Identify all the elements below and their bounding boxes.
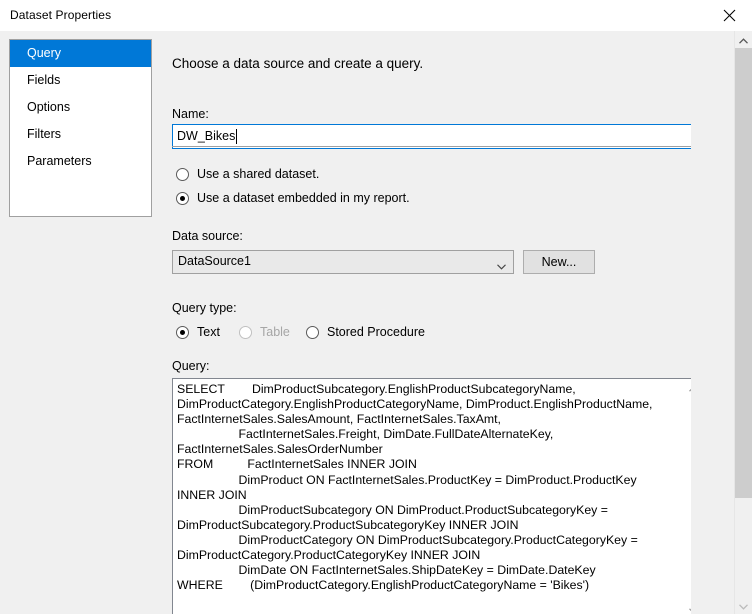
chevron-down-icon bbox=[497, 259, 506, 265]
chevron-up-icon bbox=[739, 33, 748, 47]
section-divider bbox=[172, 146, 691, 147]
scrollbar-up-button[interactable] bbox=[735, 31, 752, 48]
title-bar: Dataset Properties bbox=[0, 0, 752, 32]
new-data-source-button[interactable]: New... bbox=[523, 250, 595, 274]
radio-button-icon bbox=[176, 192, 189, 205]
query-scrollbar[interactable] bbox=[684, 379, 691, 614]
query-type-label: Query type: bbox=[172, 301, 237, 315]
window-title: Dataset Properties bbox=[10, 8, 111, 22]
radio-button-icon bbox=[239, 326, 252, 339]
page-heading: Choose a data source and create a query. bbox=[172, 56, 423, 71]
new-button-label: New... bbox=[542, 255, 577, 269]
sidebar-item-options[interactable]: Options bbox=[10, 94, 151, 121]
close-icon bbox=[723, 9, 736, 22]
scrollbar-down-button[interactable] bbox=[735, 597, 752, 614]
query-label: Query: bbox=[172, 359, 210, 373]
radio-use-embedded-dataset[interactable]: Use a dataset embedded in my report. bbox=[176, 191, 410, 205]
radio-label: Stored Procedure bbox=[327, 325, 425, 339]
data-source-value: DataSource1 bbox=[178, 254, 251, 268]
close-button[interactable] bbox=[706, 0, 752, 31]
radio-button-icon bbox=[306, 326, 319, 339]
radio-query-type-table: Table bbox=[239, 325, 290, 339]
query-textarea[interactable]: SELECT DimProductSubcategory.EnglishProd… bbox=[172, 378, 691, 614]
scroll-down-button[interactable] bbox=[685, 601, 691, 614]
radio-label: Use a dataset embedded in my report. bbox=[197, 191, 410, 205]
chevron-down-icon bbox=[739, 599, 748, 613]
scroll-up-button[interactable] bbox=[685, 379, 691, 396]
radio-query-type-stored-procedure[interactable]: Stored Procedure bbox=[306, 325, 425, 339]
chevron-down-icon bbox=[689, 603, 691, 614]
name-label: Name: bbox=[172, 107, 209, 121]
radio-label: Table bbox=[260, 325, 290, 339]
scrollbar-thumb[interactable] bbox=[735, 48, 752, 498]
chevron-up-icon bbox=[689, 381, 691, 395]
radio-label: Use a shared dataset. bbox=[197, 167, 319, 181]
query-text-content: SELECT DimProductSubcategory.EnglishProd… bbox=[177, 382, 677, 593]
query-page: Choose a data source and create a query.… bbox=[161, 31, 691, 614]
page-nav-list[interactable]: Query Fields Options Filters Parameters bbox=[9, 39, 152, 217]
name-input-value: DW_Bikes bbox=[177, 129, 235, 143]
sidebar-item-label: Parameters bbox=[27, 154, 92, 168]
sidebar-item-label: Filters bbox=[27, 127, 61, 141]
data-source-combobox[interactable]: DataSource1 bbox=[172, 250, 514, 274]
sidebar-item-filters[interactable]: Filters bbox=[10, 121, 151, 148]
radio-label: Text bbox=[197, 325, 220, 339]
radio-query-type-text[interactable]: Text bbox=[176, 325, 220, 339]
dialog-body: Query Fields Options Filters Parameters … bbox=[0, 31, 752, 614]
radio-button-icon bbox=[176, 168, 189, 181]
sidebar-item-parameters[interactable]: Parameters bbox=[10, 148, 151, 175]
text-caret bbox=[236, 129, 237, 144]
dataset-properties-dialog: Dataset Properties Query Fields Options bbox=[0, 0, 752, 614]
sidebar-item-label: Options bbox=[27, 100, 70, 114]
sidebar-item-query[interactable]: Query bbox=[10, 40, 151, 67]
sidebar-item-label: Query bbox=[27, 46, 61, 60]
radio-use-shared-dataset[interactable]: Use a shared dataset. bbox=[176, 167, 319, 181]
sidebar-item-fields[interactable]: Fields bbox=[10, 67, 151, 94]
data-source-label: Data source: bbox=[172, 229, 243, 243]
radio-button-icon bbox=[176, 326, 189, 339]
sidebar-item-label: Fields bbox=[27, 73, 60, 87]
dialog-scrollbar[interactable] bbox=[734, 31, 752, 614]
